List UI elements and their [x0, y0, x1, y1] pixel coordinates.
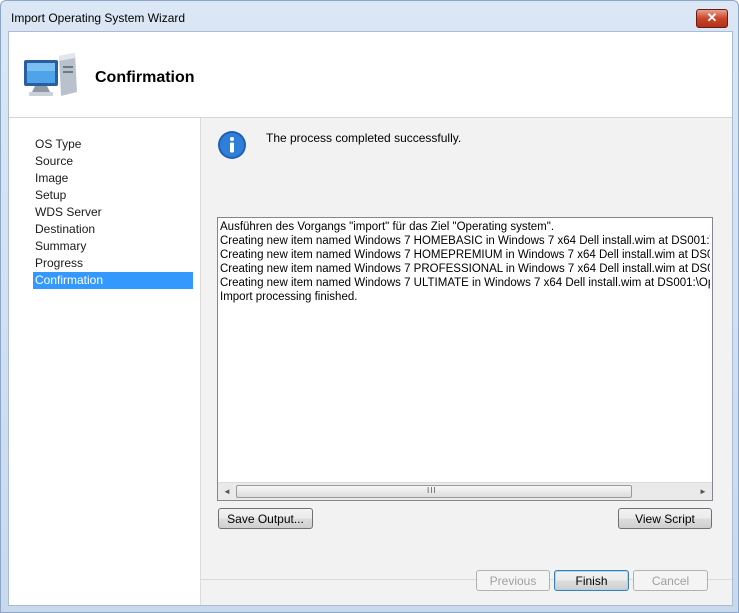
nav-item-destination[interactable]: Destination: [33, 221, 193, 238]
log-line: Import processing finished.: [220, 291, 358, 303]
nav-item-summary[interactable]: Summary: [33, 238, 193, 255]
nav-item-progress[interactable]: Progress: [33, 255, 193, 272]
info-icon: [218, 131, 246, 159]
wizard-window: Import Operating System Wizard ✕ Confirm…: [0, 0, 739, 613]
close-button[interactable]: ✕: [696, 9, 728, 28]
log-line: Creating new item named Windows 7 HOMEBA…: [220, 235, 710, 247]
nav-item-setup[interactable]: Setup: [33, 187, 193, 204]
scroll-right-icon[interactable]: ►: [696, 485, 710, 498]
close-icon: ✕: [706, 10, 718, 25]
output-log[interactable]: Ausführen des Vorgangs "import" für das …: [217, 217, 713, 501]
window-title: Import Operating System Wizard: [11, 11, 186, 25]
log-line: Ausführen des Vorgangs "import" für das …: [220, 221, 555, 233]
cancel-button[interactable]: Cancel: [633, 570, 708, 591]
nav-item-image[interactable]: Image: [33, 170, 193, 187]
wizard-header: Confirmation: [9, 32, 732, 118]
title-bar[interactable]: Import Operating System Wizard ✕: [1, 1, 738, 31]
nav-item-wds-server[interactable]: WDS Server: [33, 204, 193, 221]
nav-item-os-type[interactable]: OS Type: [33, 136, 193, 153]
finish-button[interactable]: Finish: [554, 570, 629, 591]
wizard-client: Confirmation OS Type Source Image Setup …: [8, 31, 733, 606]
scroll-left-icon[interactable]: ◄: [220, 485, 234, 498]
log-text: Ausführen des Vorgangs "import" für das …: [220, 220, 710, 482]
log-line: Creating new item named Windows 7 HOMEPR…: [220, 249, 710, 261]
status-message: The process completed successfully.: [266, 131, 462, 145]
log-line: Creating new item named Windows 7 PROFES…: [220, 263, 710, 275]
nav-item-confirmation[interactable]: Confirmation: [33, 272, 193, 289]
view-script-button[interactable]: View Script: [618, 508, 712, 529]
scrollbar-thumb[interactable]: III: [236, 485, 632, 498]
grip-icon: III: [427, 486, 437, 495]
horizontal-scrollbar[interactable]: ◄ III ►: [218, 482, 712, 500]
computer-icon: [24, 53, 77, 96]
page-title: Confirmation: [95, 69, 195, 86]
save-output-button[interactable]: Save Output...: [218, 508, 313, 529]
wizard-steps-nav: OS Type Source Image Setup WDS Server De…: [9, 118, 201, 605]
wizard-content: The process completed successfully. Ausf…: [201, 118, 732, 605]
nav-item-source[interactable]: Source: [33, 153, 193, 170]
log-line: Creating new item named Windows 7 ULTIMA…: [220, 277, 710, 289]
previous-button[interactable]: Previous: [476, 570, 550, 591]
